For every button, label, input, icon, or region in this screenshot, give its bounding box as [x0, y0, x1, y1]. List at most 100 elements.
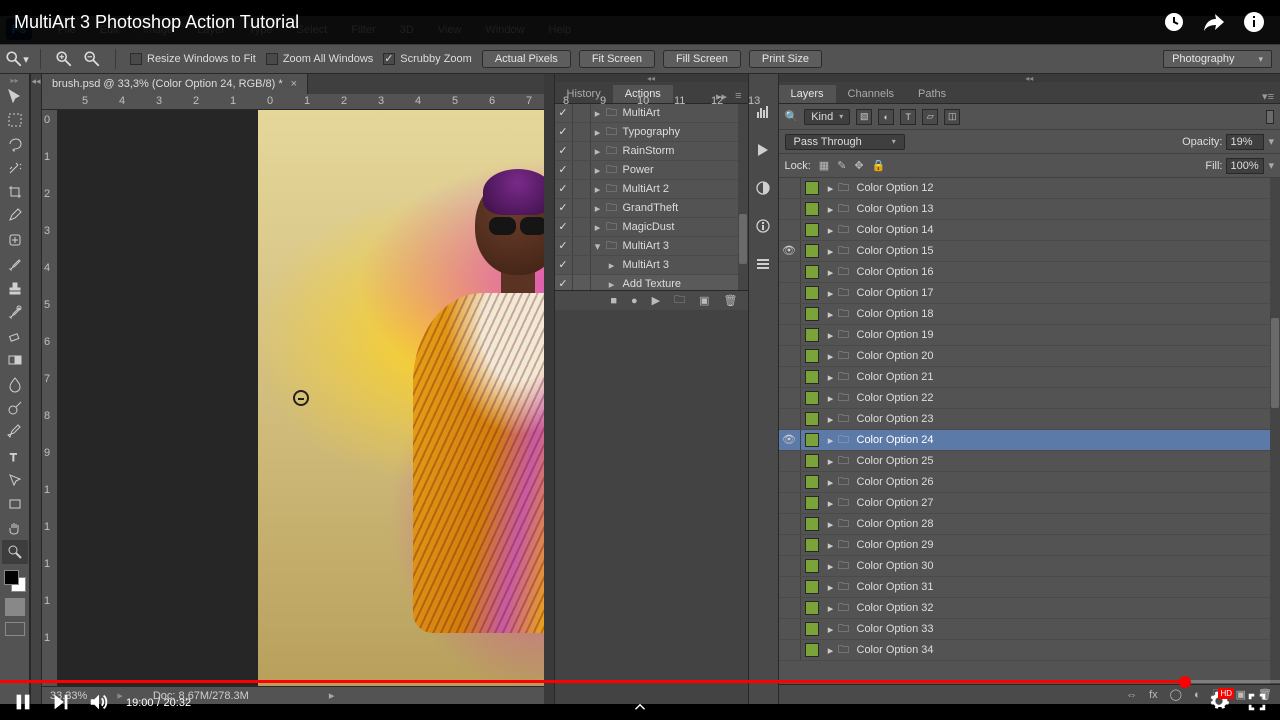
opacity-slider-icon[interactable]: ▾	[1268, 135, 1274, 148]
action-row[interactable]: ✓▸🗀MultiArt	[555, 104, 748, 123]
visibility-icon[interactable]	[779, 514, 801, 534]
layer-row[interactable]: ▸🗀Color Option 34	[779, 640, 1280, 661]
layer-row[interactable]: ▸🗀Color Option 27	[779, 493, 1280, 514]
action-row[interactable]: ✓▸🗀RainStorm	[555, 142, 748, 161]
visibility-icon[interactable]	[779, 220, 801, 240]
disclosure-icon[interactable]: ▸	[825, 539, 837, 552]
disclosure-icon[interactable]: ▸	[825, 602, 837, 615]
scrubby-zoom-checkbox[interactable]: Scrubby Zoom	[383, 53, 472, 65]
layer-row[interactable]: ▸🗀Color Option 20	[779, 346, 1280, 367]
channels-tab[interactable]: Channels	[836, 85, 906, 103]
adjustments-icon[interactable]	[753, 178, 773, 198]
tool-hand[interactable]	[2, 516, 28, 540]
layers-menu-icon[interactable]: ▾≡	[1262, 90, 1274, 103]
tool-eyedropper[interactable]	[2, 204, 28, 228]
disclosure-icon[interactable]: ▸	[825, 476, 837, 489]
settings-button[interactable]: HD	[1208, 690, 1230, 715]
tool-pen[interactable]	[2, 420, 28, 444]
canvas[interactable]	[58, 110, 544, 686]
layer-row[interactable]: ▸🗀Color Option 17	[779, 283, 1280, 304]
disclosure-icon[interactable]: ▸	[825, 371, 837, 384]
tool-wand[interactable]	[2, 156, 28, 180]
layer-row[interactable]: ▸🗀Color Option 16	[779, 262, 1280, 283]
action-row[interactable]: ✓▸🗀GrandTheft	[555, 199, 748, 218]
layer-row[interactable]: ▸🗀Color Option 26	[779, 472, 1280, 493]
record-icon[interactable]: ●	[631, 295, 638, 307]
tool-zoom[interactable]	[2, 540, 28, 564]
layer-name[interactable]: Color Option 21	[857, 371, 934, 383]
actions-scrollbar[interactable]	[738, 104, 748, 290]
tool-lasso[interactable]	[2, 132, 28, 156]
lock-pixels-icon[interactable]: ✎	[837, 159, 846, 172]
disclosure-icon[interactable]: ▸	[825, 203, 837, 216]
zoom-tool-icon[interactable]: ▾	[8, 50, 26, 68]
options-btn-fit-screen[interactable]: Fit Screen	[579, 50, 655, 68]
layer-row[interactable]: ▸🗀Color Option 18	[779, 304, 1280, 325]
layer-row[interactable]: ▸🗀Color Option 12	[779, 178, 1280, 199]
action-row[interactable]: ✓▸🗀MagicDust	[555, 218, 748, 237]
watch-later-icon[interactable]	[1162, 10, 1186, 34]
layer-row[interactable]: 👁▸🗀Color Option 15	[779, 241, 1280, 262]
tool-blur[interactable]	[2, 372, 28, 396]
close-tab-icon[interactable]: ×	[291, 78, 297, 90]
visibility-icon[interactable]	[779, 577, 801, 597]
disclosure-icon[interactable]: ▸	[825, 581, 837, 594]
layers-scrollbar[interactable]	[1270, 178, 1280, 684]
disclosure-icon[interactable]: ▸	[825, 518, 837, 531]
action-row[interactable]: ✓▸Add Texture	[555, 275, 748, 290]
layer-name[interactable]: Color Option 28	[857, 518, 934, 530]
layer-name[interactable]: Color Option 19	[857, 329, 934, 341]
visibility-icon[interactable]	[779, 388, 801, 408]
disclosure-icon[interactable]: ▸	[825, 308, 837, 321]
disclosure-icon[interactable]: ▸	[825, 644, 837, 657]
action-row[interactable]: ✓▸🗀Typography	[555, 123, 748, 142]
layer-name[interactable]: Color Option 27	[857, 497, 934, 509]
zoom-out-icon[interactable]	[83, 50, 101, 68]
options-btn-actual-pixels[interactable]: Actual Pixels	[482, 50, 571, 68]
visibility-icon[interactable]	[779, 493, 801, 513]
tool-dodge[interactable]	[2, 396, 28, 420]
layer-name[interactable]: Color Option 33	[857, 623, 934, 635]
quick-mask-icon[interactable]	[5, 598, 25, 616]
layer-name[interactable]: Color Option 13	[857, 203, 934, 215]
visibility-icon[interactable]	[779, 472, 801, 492]
disclosure-icon[interactable]: ▸	[825, 182, 837, 195]
filter-type-icon[interactable]: T	[900, 109, 916, 125]
disclosure-icon[interactable]: ▸	[825, 245, 837, 258]
fill-input[interactable]	[1226, 158, 1264, 174]
zoom-all-checkbox[interactable]: Zoom All Windows	[266, 53, 373, 65]
layer-name[interactable]: Color Option 29	[857, 539, 934, 551]
visibility-icon[interactable]	[779, 199, 801, 219]
pause-button[interactable]	[12, 691, 34, 713]
next-button[interactable]	[50, 691, 72, 713]
info-icon[interactable]	[1242, 10, 1266, 34]
filter-smart-icon[interactable]: ◫	[944, 109, 960, 125]
play-icon[interactable]: ▶	[652, 294, 660, 307]
tool-stamp[interactable]	[2, 276, 28, 300]
visibility-icon[interactable]	[779, 619, 801, 639]
layer-name[interactable]: Color Option 12	[857, 182, 934, 194]
visibility-icon[interactable]: 👁	[779, 430, 801, 450]
tool-brush[interactable]	[2, 252, 28, 276]
theater-fullscreen-icon[interactable]	[1246, 691, 1268, 713]
layer-name[interactable]: Color Option 18	[857, 308, 934, 320]
layer-row[interactable]: ▸🗀Color Option 25	[779, 451, 1280, 472]
layer-row[interactable]: ▸🗀Color Option 21	[779, 367, 1280, 388]
tool-path-select[interactable]	[2, 468, 28, 492]
lock-position-icon[interactable]: ✥	[854, 159, 863, 172]
tool-history-brush[interactable]	[2, 300, 28, 324]
layers-collapse[interactable]: ◂◂	[779, 74, 1280, 82]
tool-crop[interactable]	[2, 180, 28, 204]
stop-icon[interactable]: ■	[610, 295, 617, 307]
layer-name[interactable]: Color Option 23	[857, 413, 934, 425]
properties-icon[interactable]	[753, 254, 773, 274]
visibility-icon[interactable]	[779, 451, 801, 471]
disclosure-icon[interactable]: ▸	[825, 623, 837, 636]
chevron-up-icon[interactable]	[631, 698, 649, 716]
layer-row[interactable]: ▸🗀Color Option 23	[779, 409, 1280, 430]
filter-pixel-icon[interactable]: ▧	[856, 109, 872, 125]
disclosure-icon[interactable]: ▸	[825, 329, 837, 342]
layer-name[interactable]: Color Option 34	[857, 644, 934, 656]
tools-collapse[interactable]: ◂◂	[30, 74, 42, 704]
visibility-icon[interactable]	[779, 178, 801, 198]
